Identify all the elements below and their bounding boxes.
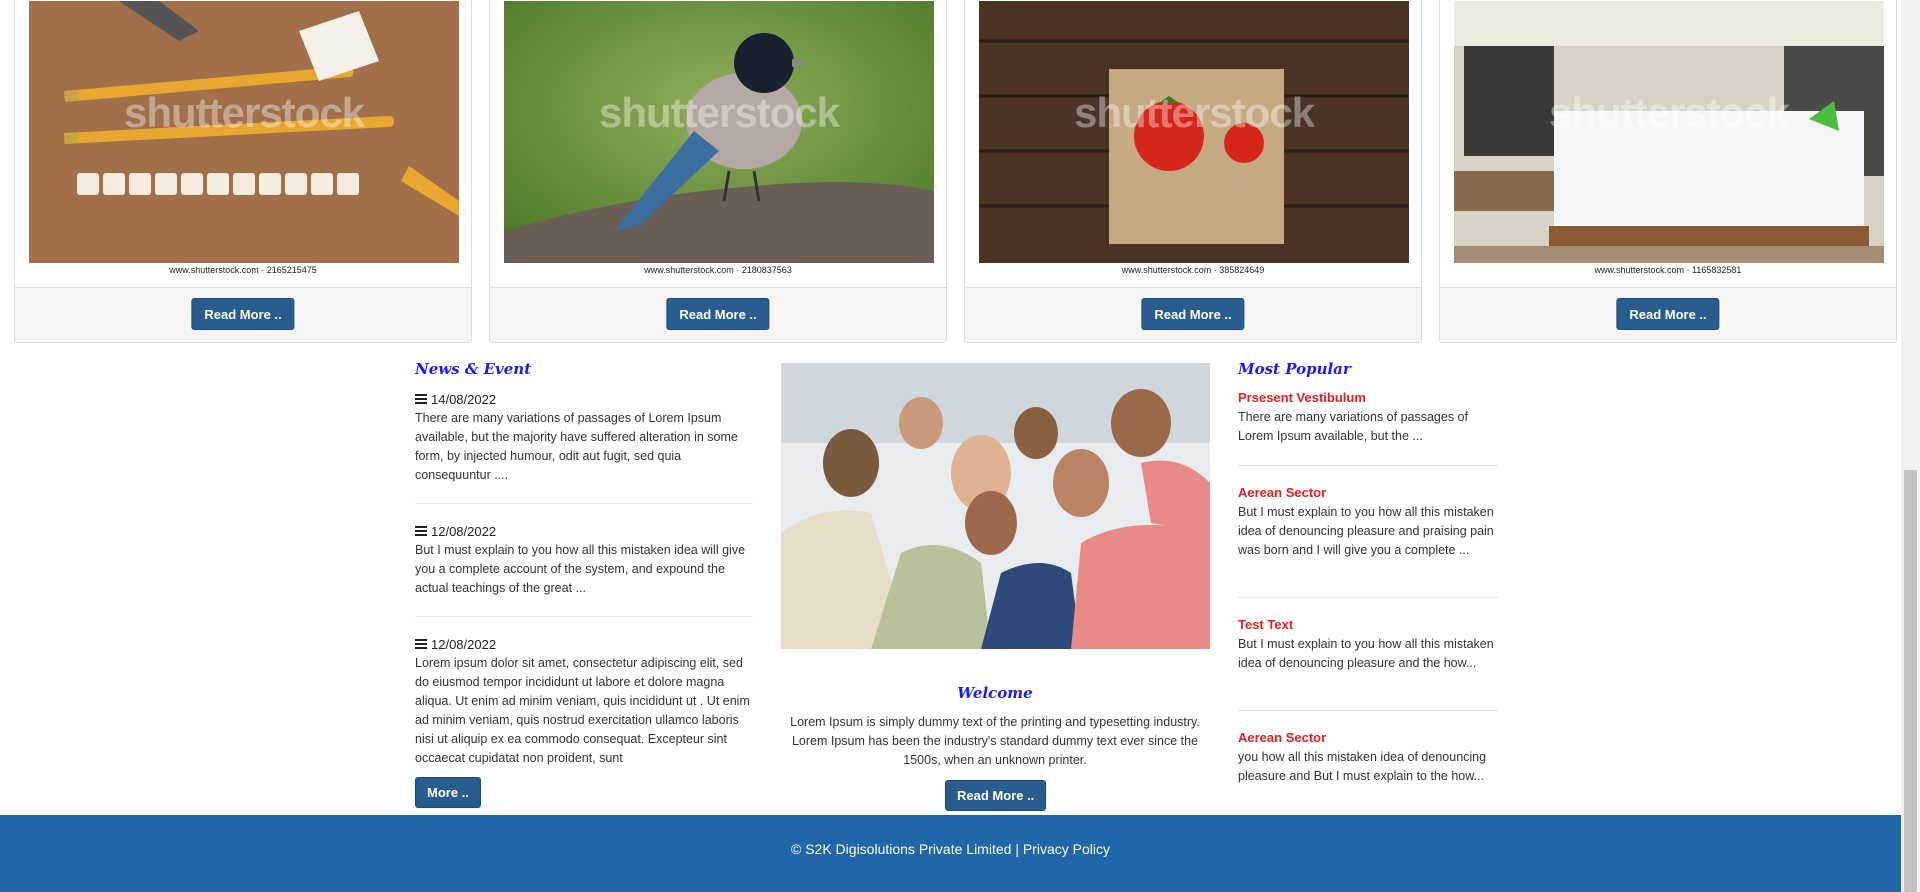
- news-item[interactable]: 12/08/2022 But I must explain to you how…: [415, 522, 753, 617]
- popular-item[interactable]: Aerean Sector But I must explain to you …: [1238, 485, 1498, 598]
- news-text: Lorem ipsum dolor sit amet, consectetur …: [415, 656, 750, 765]
- news-date: 12/08/2022: [431, 636, 497, 652]
- card-image[interactable]: shutterstock: [1454, 1, 1884, 263]
- welcome-image: [781, 363, 1210, 649]
- news-text: But I must explain to you how all this m…: [415, 543, 746, 595]
- welcome-title: Welcome: [957, 684, 1033, 702]
- card-image[interactable]: shutterstock: [504, 1, 934, 263]
- popular-title[interactable]: Aerean Sector: [1238, 730, 1498, 748]
- image-credit: www.shutterstock.com · 1165832581: [1594, 265, 1742, 275]
- popular-item[interactable]: Prsesent Vestibulum There are many varia…: [1238, 390, 1498, 466]
- news-date: 14/08/2022: [431, 391, 497, 407]
- card-footer: Read More ..: [490, 287, 946, 342]
- product-card: shutterstock www.shutterstock.com · 2165…: [14, 0, 472, 343]
- card-footer: Read More ..: [15, 287, 471, 342]
- card-footer: Read More ..: [965, 287, 1421, 342]
- card-image[interactable]: shutterstock: [29, 1, 459, 263]
- read-more-button[interactable]: Read More ..: [191, 298, 295, 330]
- product-card: shutterstock www.shutterstock.com · 3858…: [964, 0, 1422, 343]
- popular-title[interactable]: Test Text: [1238, 617, 1498, 635]
- news-heading: News & Event: [415, 360, 532, 378]
- list-icon: [415, 394, 427, 404]
- footer-separator: |: [1015, 841, 1019, 857]
- image-credit: www.shutterstock.com · 385824649: [1121, 265, 1265, 275]
- popular-title[interactable]: Aerean Sector: [1238, 485, 1498, 503]
- image-credit: www.shutterstock.com · 2180837563: [644, 265, 792, 275]
- welcome-read-more-button[interactable]: Read More ..: [945, 780, 1047, 811]
- footer-text: © S2K Digisolutions Private Limited | Pr…: [0, 841, 1901, 857]
- list-icon: [415, 639, 427, 649]
- news-date-row: 12/08/2022: [415, 635, 753, 653]
- popular-item[interactable]: Test Text But I must explain to you how …: [1238, 617, 1498, 711]
- popular-text: you how all this mistaken idea of denoun…: [1238, 750, 1487, 783]
- popular-text: But I must explain to you how all this m…: [1238, 505, 1494, 557]
- read-more-button[interactable]: Read More ..: [1141, 298, 1245, 330]
- scrollbar-thumb[interactable]: [1904, 470, 1917, 892]
- news-date-row: 12/08/2022: [415, 522, 753, 540]
- card-image[interactable]: shutterstock: [979, 1, 1409, 263]
- more-button[interactable]: More ..: [415, 777, 481, 808]
- footer: © S2K Digisolutions Private Limited | Pr…: [0, 815, 1901, 892]
- news-date: 12/08/2022: [431, 523, 497, 539]
- read-more-button[interactable]: Read More ..: [666, 298, 770, 330]
- list-icon: [415, 526, 427, 536]
- popular-title[interactable]: Prsesent Vestibulum: [1238, 390, 1498, 408]
- read-more-button[interactable]: Read More ..: [1616, 298, 1720, 330]
- popular-text: There are many variations of passages of…: [1238, 410, 1468, 443]
- copyright-text: © S2K Digisolutions Private Limited: [791, 841, 1012, 857]
- popular-item[interactable]: Aerean Sector you how all this mistaken …: [1238, 730, 1498, 812]
- card-footer: Read More ..: [1440, 287, 1896, 342]
- welcome-text: Lorem Ipsum is simply dummy text of the …: [790, 715, 1200, 767]
- product-card: shutterstock www.shutterstock.com · 1165…: [1439, 0, 1897, 343]
- privacy-policy-link[interactable]: Privacy Policy: [1023, 841, 1110, 857]
- news-date-row: 14/08/2022: [415, 390, 753, 408]
- popular-heading: Most Popular: [1238, 360, 1351, 378]
- popular-text: But I must explain to you how all this m…: [1238, 637, 1494, 670]
- scrollbar[interactable]: [1901, 0, 1920, 892]
- news-item[interactable]: 12/08/2022 Lorem ipsum dolor sit amet, c…: [415, 635, 753, 767]
- product-card: shutterstock www.shutterstock.com · 2180…: [489, 0, 947, 343]
- image-credit: www.shutterstock.com · 2165215475: [169, 265, 317, 275]
- news-item[interactable]: 14/08/2022 There are many variations of …: [415, 390, 753, 504]
- news-text: There are many variations of passages of…: [415, 411, 738, 482]
